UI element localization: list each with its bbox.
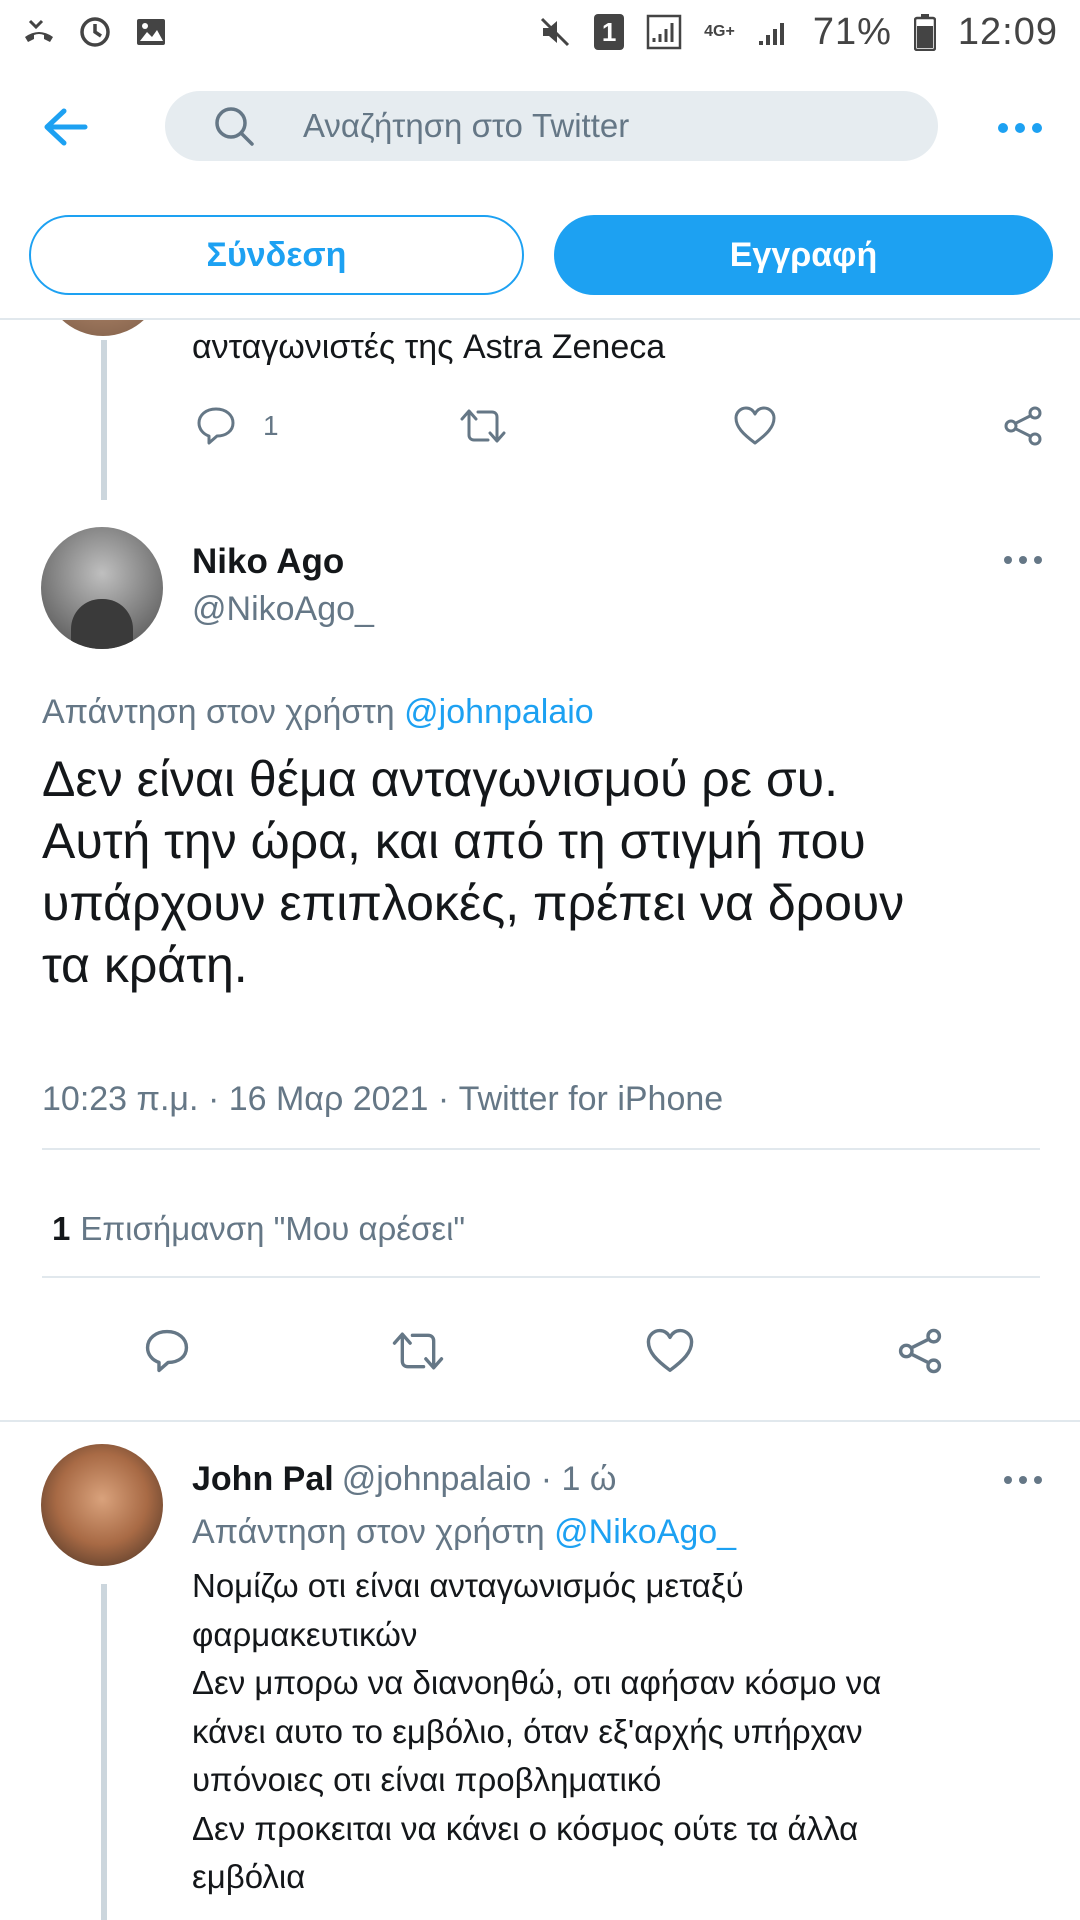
- mute-icon: [538, 15, 572, 49]
- tweet-text-line: Δεν είναι θέμα ανταγωνισμού ρε συ.: [42, 751, 839, 807]
- reply-context: Απάντηση στον χρήστη @NikoAgo_: [192, 1513, 736, 1552]
- thread-line: [101, 1584, 107, 1920]
- tweet-text-line: υπόνοιες οτι είναι προβληματικό: [192, 1761, 662, 1798]
- tweet-text: Δεν είναι θέμα ανταγωνισμού ρε συ. Αυτή …: [42, 748, 1042, 996]
- tweet-more-button[interactable]: [998, 1460, 1048, 1500]
- divider: [42, 1148, 1040, 1150]
- status-bar: 1 4G+ 71% 12:09: [0, 0, 1080, 64]
- share-icon: [898, 1328, 942, 1374]
- auth-bar: Σύνδεση Εγγραφή: [0, 184, 1080, 320]
- retweet-icon: [392, 1332, 444, 1370]
- tweet-metadata: 10:23 π.μ. · 16 Μαρ 2021 · Twitter for i…: [42, 1080, 723, 1119]
- tweet-source-link[interactable]: Twitter for iPhone: [459, 1080, 724, 1118]
- tweet-text: Νομίζω οτι είναι ανταγωνισμός μεταξύ φαρ…: [192, 1562, 1052, 1902]
- battery-icon: [913, 13, 936, 51]
- author-name[interactable]: Niko Ago: [192, 542, 344, 582]
- reply-icon: [197, 407, 235, 445]
- clock: 12:09: [957, 10, 1058, 53]
- author-name[interactable]: John Pal: [192, 1460, 334, 1498]
- meta-separator: ·: [437, 1080, 459, 1118]
- tweet-text-line: Δεν μπορω να διανοηθώ, οτι αφήσαν κόσμο …: [192, 1664, 882, 1701]
- reply-icon: [145, 1329, 189, 1373]
- tweet-text-line: φαρμακευτικών: [192, 1615, 418, 1653]
- back-arrow-icon: [44, 108, 88, 146]
- status-bar-right: 1 4G+ 71% 12:09: [538, 11, 1058, 54]
- author-handle[interactable]: @NikoAgo_: [192, 590, 374, 629]
- retweet-button[interactable]: [390, 1327, 446, 1375]
- timeline[interactable]: ανταγωνιστές της Astra Zeneca 1 Niko Ago…: [0, 320, 1080, 1920]
- top-bar: [0, 64, 1080, 184]
- image-icon: [134, 15, 168, 49]
- author-handle[interactable]: @johnpalaio: [342, 1460, 532, 1498]
- reply-count: 1: [263, 410, 279, 441]
- more-dots-icon: [1004, 1476, 1042, 1484]
- tweet-text-line: Αυτή την ώρα, και από τη στιγμή που: [42, 813, 866, 869]
- share-icon: [1004, 406, 1042, 446]
- meta-separator: ·: [207, 1080, 229, 1118]
- tweet-text-line: Νομίζω οτι είναι ανταγωνισμός μεταξύ: [192, 1567, 744, 1604]
- meta-separator: ·: [531, 1460, 562, 1498]
- battery-percent: 71%: [812, 10, 892, 53]
- search-bar[interactable]: [165, 91, 938, 161]
- more-options-button[interactable]: [995, 108, 1045, 148]
- tweet-time[interactable]: 1 ώ: [561, 1460, 616, 1498]
- reply-button[interactable]: [143, 1327, 191, 1375]
- like-button[interactable]: [733, 405, 777, 447]
- like-count: 1: [52, 1210, 71, 1247]
- tweet-time: 10:23 π.μ.: [42, 1080, 199, 1118]
- divider: [0, 1420, 1080, 1422]
- tweet-more-button[interactable]: [998, 540, 1048, 580]
- avatar[interactable]: [41, 1444, 163, 1566]
- tweet-date: 16 Μαρ 2021: [228, 1080, 429, 1118]
- like-label: Επισήμανση "Μου αρέσει": [80, 1210, 466, 1247]
- reply-mention-link[interactable]: @NikoAgo_: [554, 1513, 736, 1551]
- more-dots-icon: [998, 123, 1042, 133]
- search-icon: [213, 105, 255, 152]
- retweet-button[interactable]: [458, 405, 508, 447]
- search-input[interactable]: [303, 91, 903, 161]
- likes-count-link[interactable]: 1 Επισήμανση "Μου αρέσει": [52, 1210, 465, 1248]
- divider: [42, 1276, 1040, 1278]
- missed-call-icon: [22, 15, 56, 49]
- heart-icon: [734, 406, 776, 445]
- like-button[interactable]: [645, 1327, 695, 1375]
- reply-context: Απάντηση στον χρήστη @johnpalaio: [42, 693, 594, 732]
- reply-button[interactable]: 1: [195, 405, 279, 447]
- tweet-text-line: κάνει αυτο το εμβόλιο, όταν εξ'αρχής υπή…: [192, 1712, 863, 1750]
- share-button[interactable]: [1002, 405, 1044, 447]
- heart-icon: [646, 1328, 694, 1373]
- reply-context-prefix: Απάντηση στον χρήστη: [192, 1513, 545, 1551]
- signal-strength-icon: [757, 15, 791, 49]
- tweet-text-line: Δεν προκειται να κάνει ο κόσμος ούτε τα …: [192, 1809, 859, 1847]
- avatar[interactable]: [41, 527, 163, 649]
- reply-context-prefix: Απάντηση στον χρήστη: [42, 693, 395, 731]
- tweet-text-line: εμβόλια: [192, 1858, 306, 1895]
- tweet-text-line: υπάρχουν επιπλοκές, πρέπει να δρουν: [42, 875, 905, 931]
- reply-mention-link[interactable]: @johnpalaio: [404, 693, 594, 731]
- tweet-text-line: τα κράτη.: [42, 937, 248, 993]
- signup-button[interactable]: Εγγραφή: [554, 215, 1053, 295]
- thread-line: [101, 340, 107, 500]
- back-button[interactable]: [40, 102, 90, 152]
- sim-badge: 1: [594, 14, 625, 50]
- status-bar-left: [22, 15, 168, 49]
- network-type: 4G+: [704, 23, 735, 40]
- signal-box-icon: [646, 14, 682, 50]
- sync-icon: [78, 15, 112, 49]
- reply-header: John Pal @johnpalaio · 1 ώ: [192, 1460, 616, 1499]
- login-button[interactable]: Σύνδεση: [29, 215, 524, 295]
- share-button[interactable]: [896, 1327, 944, 1375]
- avatar[interactable]: [43, 320, 163, 336]
- tweet-text: ανταγωνιστές της Astra Zeneca: [192, 328, 666, 366]
- retweet-icon: [460, 409, 506, 443]
- more-dots-icon: [1004, 556, 1042, 564]
